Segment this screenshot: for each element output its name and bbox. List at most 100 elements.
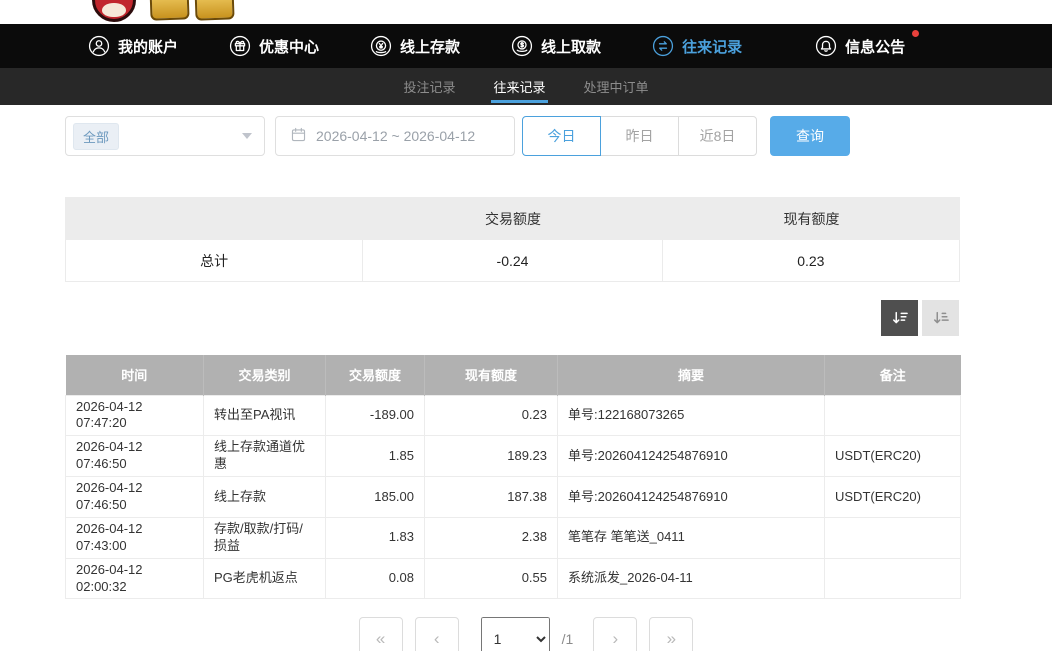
cell-summary: 笔笔存 笔笔送_0411: [558, 517, 825, 558]
quick-date-buttons: 今日 昨日 近8日: [522, 116, 757, 156]
site-logo-wordmark[interactable]: [150, 0, 234, 20]
cell-amount: 1.85: [326, 436, 425, 477]
today-button[interactable]: 今日: [522, 116, 601, 156]
summary-transaction-total: -0.24: [363, 240, 662, 281]
table-row: 2026-04-12 07:43:00 存款/取款/打码/损益 1.83 2.3…: [66, 517, 961, 558]
gift-icon: [229, 35, 251, 57]
logo-gold-glyph: [149, 0, 189, 21]
nav-item-my-account[interactable]: 我的账户: [88, 35, 178, 57]
transactions-table: 时间 交易类别 交易额度 现有额度 摘要 备注 2026-04-12 07:47…: [65, 355, 961, 599]
tab-label: 投注记录: [403, 77, 455, 96]
summary-total-label: 总计: [66, 240, 363, 281]
calendar-icon: [290, 126, 307, 146]
site-logo-mascot-icon[interactable]: [92, 0, 136, 22]
withdraw-coin-icon: [511, 35, 533, 57]
cell-remark: [825, 558, 961, 599]
query-button[interactable]: 查询: [770, 116, 850, 156]
quick-btn-label: 近8日: [700, 126, 736, 146]
table-header-row: 时间 交易类别 交易额度 现有额度 摘要 备注: [66, 355, 961, 395]
cell-amount: 185.00: [326, 477, 425, 518]
summary-header-transaction: 交易额度: [363, 209, 663, 229]
cell-summary: 单号:202604124254876910: [558, 436, 825, 477]
nav-item-announcements[interactable]: 信息公告: [815, 35, 905, 57]
nav-item-online-deposit[interactable]: 线上存款: [370, 35, 460, 57]
sort-controls: [881, 300, 959, 336]
sort-descending-button[interactable]: [881, 300, 918, 336]
tab-processing-orders[interactable]: 处理中订单: [582, 68, 651, 105]
nav-item-transfer-records[interactable]: 往来记录: [652, 35, 742, 57]
cell-balance: 189.23: [425, 436, 558, 477]
double-chevron-left-icon: «: [376, 629, 385, 649]
logo-gold-glyph: [194, 0, 234, 21]
cell-amount: 0.08: [326, 558, 425, 599]
cell-balance: 2.38: [425, 517, 558, 558]
bell-icon: [815, 35, 837, 57]
nav-item-promotions[interactable]: 优惠中心: [229, 35, 319, 57]
main-nav: 我的账户 优惠中心 线上存款: [0, 24, 1052, 68]
col-header-type: 交易类别: [204, 355, 326, 395]
double-chevron-right-icon: »: [667, 629, 676, 649]
total-pages-label: /1: [562, 617, 574, 651]
cell-summary: 单号:202604124254876910: [558, 477, 825, 518]
tab-label: 往来记录: [493, 77, 545, 96]
cell-amount: 1.83: [326, 517, 425, 558]
col-header-balance: 现有额度: [425, 355, 558, 395]
sort-ascending-icon: [931, 308, 951, 328]
cell-time: 2026-04-12 02:00:32: [66, 558, 204, 599]
cell-time: 2026-04-12 07:47:20: [66, 395, 204, 436]
last-page-button[interactable]: »: [649, 617, 693, 651]
col-header-summary: 摘要: [558, 355, 825, 395]
cell-amount: -189.00: [326, 395, 425, 436]
pagination: « ‹ 1 /1 › »: [0, 617, 1052, 651]
quick-btn-label: 昨日: [626, 126, 654, 146]
cell-balance: 187.38: [425, 477, 558, 518]
date-range-input[interactable]: 2026-04-12 ~ 2026-04-12: [275, 116, 515, 156]
cell-time: 2026-04-12 07:46:50: [66, 477, 204, 518]
sort-descending-icon: [890, 308, 910, 328]
date-range-value: 2026-04-12 ~ 2026-04-12: [316, 128, 475, 144]
deposit-coin-icon: [370, 35, 392, 57]
previous-page-button[interactable]: ‹: [415, 617, 459, 651]
cell-remark: [825, 517, 961, 558]
cell-balance: 0.23: [425, 395, 558, 436]
summary-header-row: 交易额度 现有额度: [65, 197, 960, 240]
nav-item-online-withdraw[interactable]: 线上取款: [511, 35, 601, 57]
table-row: 2026-04-12 02:00:32 PG老虎机返点 0.08 0.55 系统…: [66, 558, 961, 599]
first-page-button[interactable]: «: [359, 617, 403, 651]
cell-type: 线上存款通道优惠: [204, 436, 326, 477]
cell-remark: [825, 395, 961, 436]
transfer-records-icon: [652, 35, 674, 57]
nav-label: 往来记录: [682, 36, 742, 57]
cell-type: 转出至PA视讯: [204, 395, 326, 436]
tab-betting-records[interactable]: 投注记录: [401, 68, 457, 105]
summary-balance-total: 0.23: [663, 240, 959, 281]
col-header-time: 时间: [66, 355, 204, 395]
sort-ascending-button[interactable]: [922, 300, 959, 336]
tab-label: 处理中订单: [584, 77, 649, 96]
selected-type-tag: 全部: [73, 123, 119, 150]
summary-total-row: 总计 -0.24 0.23: [65, 240, 960, 282]
sub-nav: 投注记录 往来记录 处理中订单: [0, 68, 1052, 105]
cell-balance: 0.55: [425, 558, 558, 599]
page-select[interactable]: 1: [481, 617, 550, 651]
cell-type: 线上存款: [204, 477, 326, 518]
nav-label: 线上存款: [400, 36, 460, 57]
yesterday-button[interactable]: 昨日: [600, 116, 679, 156]
nav-label: 优惠中心: [259, 36, 319, 57]
next-page-button[interactable]: ›: [593, 617, 637, 651]
last-8-days-button[interactable]: 近8日: [678, 116, 757, 156]
table-row: 2026-04-12 07:46:50 线上存款 185.00 187.38 单…: [66, 477, 961, 518]
chevron-right-icon: ›: [613, 629, 619, 649]
chevron-left-icon: ‹: [434, 629, 440, 649]
cell-type: 存款/取款/打码/损益: [204, 517, 326, 558]
nav-label: 我的账户: [118, 36, 178, 57]
logo-area: [0, 0, 1052, 24]
table-row: 2026-04-12 07:47:20 转出至PA视讯 -189.00 0.23…: [66, 395, 961, 436]
tab-transfer-records[interactable]: 往来记录: [491, 68, 547, 105]
cell-type: PG老虎机返点: [204, 558, 326, 599]
summary-table: 交易额度 现有额度 总计 -0.24 0.23: [65, 197, 960, 282]
col-header-amount: 交易额度: [326, 355, 425, 395]
transaction-type-select[interactable]: 全部: [65, 116, 265, 156]
user-icon: [88, 35, 110, 57]
table-row: 2026-04-12 07:46:50 线上存款通道优惠 1.85 189.23…: [66, 436, 961, 477]
